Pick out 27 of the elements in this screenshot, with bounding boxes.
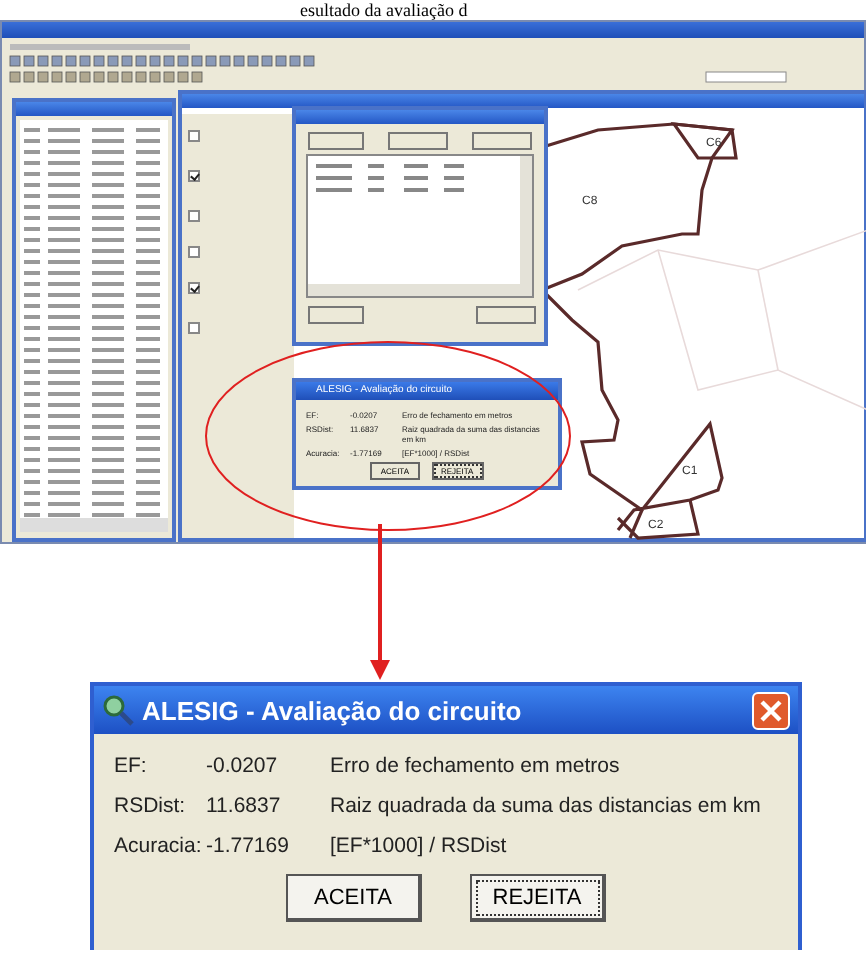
- dialog-button[interactable]: ACEITA: [286, 874, 422, 922]
- dialog-button[interactable]: [472, 132, 532, 150]
- field-label: RSDist:: [114, 794, 188, 818]
- close-button[interactable]: [752, 691, 790, 729]
- field-label: EF:: [114, 754, 149, 778]
- layer-checkbox[interactable]: [188, 130, 200, 142]
- dialog-button[interactable]: REJEITA: [470, 874, 606, 922]
- field-value: -0.0207: [206, 754, 280, 778]
- search-icon: [102, 694, 134, 726]
- field-description: Erro de fechamento em metros: [330, 754, 622, 778]
- layer-checkbox[interactable]: [188, 322, 200, 334]
- figure-caption: esultado da avaliação d: [300, 0, 468, 20]
- field-description: Raiz quadrada da suma das distancias em km: [330, 794, 763, 818]
- field-value: 11.6837: [206, 794, 283, 818]
- layer-checkbox[interactable]: [188, 210, 200, 222]
- layer-checkbox[interactable]: [188, 246, 200, 258]
- field-value: -1.77169: [206, 834, 291, 858]
- field-description: [EF*1000] / RSDist: [330, 834, 509, 858]
- dialog-button[interactable]: [308, 306, 364, 324]
- layer-checkbox[interactable]: [188, 170, 200, 182]
- dialog-button[interactable]: [476, 306, 536, 324]
- close-icon: [760, 699, 782, 721]
- dialog-title: ALESIG - Avaliação do circuito: [142, 695, 522, 725]
- layer-checkbox[interactable]: [188, 282, 200, 294]
- dialog-button[interactable]: [308, 132, 364, 150]
- field-label: Acuracia:: [114, 834, 204, 858]
- dialog-button[interactable]: [388, 132, 448, 150]
